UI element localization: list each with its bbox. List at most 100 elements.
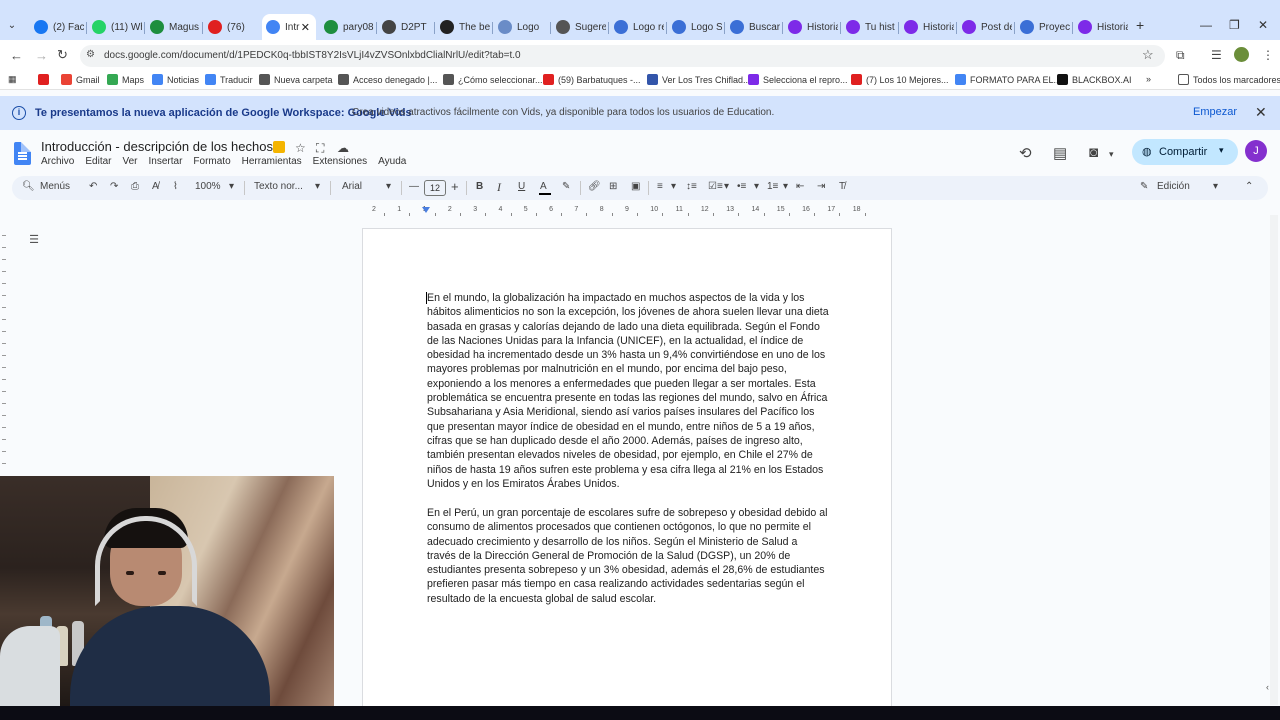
reload-icon[interactable]: ↻ <box>57 47 68 63</box>
italic-icon[interactable]: I <box>497 180 501 195</box>
banner-start-button[interactable]: Empezar <box>1193 106 1237 118</box>
bookmark-item[interactable]: Acceso denegado |... <box>338 74 437 85</box>
print-icon[interactable]: ⎙ <box>131 181 139 192</box>
meet-caret-icon[interactable]: ▾ <box>1109 149 1114 160</box>
browser-tab[interactable]: (2) Face <box>30 16 84 38</box>
bookmark-item[interactable]: Gmail <box>61 74 100 85</box>
forward-icon[interactable]: → <box>35 48 48 63</box>
browser-tab[interactable]: Tu hist <box>842 16 896 38</box>
checklist-icon[interactable]: ☑≡ <box>708 181 723 192</box>
zoom-select[interactable]: 100% <box>195 181 221 192</box>
close-window-icon[interactable]: ✕ <box>1258 18 1268 32</box>
share-caret-icon[interactable]: ▾ <box>1219 145 1224 156</box>
restore-icon[interactable]: ❐ <box>1229 18 1240 32</box>
decrease-indent-icon[interactable]: ⇤ <box>796 181 804 192</box>
docs-logo-icon[interactable] <box>14 142 31 165</box>
browser-tab[interactable]: Historia <box>1074 16 1128 38</box>
clear-formatting-icon[interactable]: T̸ <box>839 181 845 192</box>
decrease-font-size-icon[interactable]: — <box>409 181 419 192</box>
bullet-caret-icon[interactable]: ▾ <box>754 181 759 192</box>
browser-tab[interactable]: Historia <box>900 16 954 38</box>
editing-mode-icon[interactable]: ✎ <box>1140 181 1148 192</box>
browser-tab[interactable]: Sugere <box>552 16 606 38</box>
bookmark-item[interactable]: Maps <box>107 74 144 85</box>
menu-ayuda[interactable]: Ayuda <box>378 156 406 167</box>
all-bookmarks-folder[interactable]: Todos los marcadores <box>1178 74 1280 85</box>
menu-formato[interactable]: Formato <box>193 156 230 167</box>
browser-tab[interactable]: Magus <box>146 16 200 38</box>
paragraph-2[interactable]: En el Perú, un gran porcentaje de escola… <box>427 506 829 606</box>
font-size-input[interactable]: 12 <box>424 180 446 196</box>
youtube-bookmark-icon[interactable] <box>38 74 53 85</box>
text-color-icon[interactable]: A <box>540 181 547 192</box>
browser-tab[interactable]: Logo re <box>610 16 664 38</box>
indent-marker[interactable] <box>422 207 430 213</box>
more-bookmarks-icon[interactable]: » <box>1146 74 1151 84</box>
checklist-caret-icon[interactable]: ▾ <box>724 181 729 192</box>
bookmark-item[interactable]: Nueva carpeta <box>259 74 333 85</box>
document-outline-icon[interactable]: ☰ <box>25 231 43 249</box>
tab-search-icon[interactable]: ⌄ <box>4 18 20 34</box>
zoom-caret-icon[interactable]: ▾ <box>229 181 234 192</box>
new-tab-button[interactable]: + <box>1136 17 1144 33</box>
numbered-list-icon[interactable]: 1≡ <box>767 181 778 192</box>
insert-link-icon[interactable]: 🔗︎ <box>588 181 601 192</box>
vertical-scrollbar[interactable] <box>1270 215 1278 705</box>
slides-shortcut-icon[interactable] <box>273 141 285 153</box>
bookmark-item[interactable]: Ver Los Tres Chiflad... <box>647 74 751 85</box>
line-spacing-icon[interactable]: ↕≡ <box>686 181 697 192</box>
paragraph-style-select[interactable]: Texto nor... <box>254 181 303 192</box>
redo-icon[interactable]: ↷ <box>110 181 118 192</box>
font-caret-icon[interactable]: ▾ <box>386 181 391 192</box>
browser-tab[interactable]: Logo S <box>668 16 722 38</box>
menu-extensiones[interactable]: Extensiones <box>313 156 367 167</box>
menu-herramientas[interactable]: Herramientas <box>242 156 302 167</box>
bold-icon[interactable]: B <box>476 181 483 192</box>
scroll-side-panel-icon[interactable]: ‹ <box>1266 682 1269 692</box>
browser-tab[interactable]: The be <box>436 16 490 38</box>
site-info-icon[interactable]: ⚙ <box>86 49 95 60</box>
menu-editar[interactable]: Editar <box>85 156 111 167</box>
align-caret-icon[interactable]: ▾ <box>671 181 676 192</box>
document-title[interactable]: Introducción - descripción de los hechos <box>41 139 273 154</box>
bookmark-item[interactable]: ¿Cómo seleccionar... <box>443 74 543 85</box>
browser-tab[interactable]: D2PT <box>378 16 432 38</box>
bookmark-item[interactable]: Noticias <box>152 74 199 85</box>
browser-tab[interactable]: Logo <box>494 16 548 38</box>
meet-video-icon[interactable]: ◙ <box>1089 144 1098 161</box>
bulleted-list-icon[interactable]: •≡ <box>737 181 746 192</box>
bookmark-item[interactable]: Traducir <box>205 74 253 85</box>
mode-caret-icon[interactable]: ▾ <box>1213 181 1218 192</box>
undo-icon[interactable]: ↶ <box>89 181 97 192</box>
comments-icon[interactable]: ▤ <box>1053 144 1067 162</box>
apps-grid-icon[interactable]: ▦ <box>8 74 17 85</box>
bookmark-item[interactable]: Selecciona el repro... <box>748 74 848 85</box>
move-document-icon[interactable]: ⛶ <box>316 141 324 156</box>
menu-archivo[interactable]: Archivo <box>41 156 74 167</box>
browser-tab[interactable]: Post de <box>958 16 1012 38</box>
reading-list-icon[interactable]: ☰ <box>1211 48 1222 62</box>
browser-tab[interactable]: pary08 <box>320 16 374 38</box>
browser-tab[interactable]: Proyect <box>1016 16 1070 38</box>
user-avatar[interactable]: J <box>1245 140 1267 162</box>
style-caret-icon[interactable]: ▾ <box>315 181 320 192</box>
spellcheck-icon[interactable]: A̸ <box>152 181 159 192</box>
browser-tab[interactable]: Intr ✕ <box>262 14 316 40</box>
minimize-icon[interactable]: — <box>1200 18 1212 32</box>
share-label[interactable]: Compartir <box>1159 146 1207 158</box>
extensions-icon[interactable]: ⧉ <box>1176 48 1185 63</box>
font-select[interactable]: Arial <box>342 181 362 192</box>
browser-tab[interactable]: Buscar <box>726 16 780 38</box>
close-tab-icon[interactable]: ✕ <box>301 21 310 34</box>
bookmark-item[interactable]: FORMATO PARA EL... <box>955 74 1061 85</box>
underline-icon[interactable]: U <box>518 181 525 192</box>
browser-menu-icon[interactable]: ⋮ <box>1262 48 1274 62</box>
menu-insertar[interactable]: Insertar <box>149 156 183 167</box>
star-document-icon[interactable]: ☆ <box>295 141 306 155</box>
bookmark-star-icon[interactable]: ☆ <box>1142 47 1154 63</box>
search-menus-icon[interactable]: 🔍︎ <box>22 181 35 192</box>
bookmark-item[interactable]: (7) Los 10 Mejores... <box>851 74 949 85</box>
bookmark-item[interactable]: BLACKBOX.AI <box>1057 74 1132 85</box>
numbered-caret-icon[interactable]: ▾ <box>783 181 788 192</box>
browser-tab[interactable]: Historia <box>784 16 838 38</box>
